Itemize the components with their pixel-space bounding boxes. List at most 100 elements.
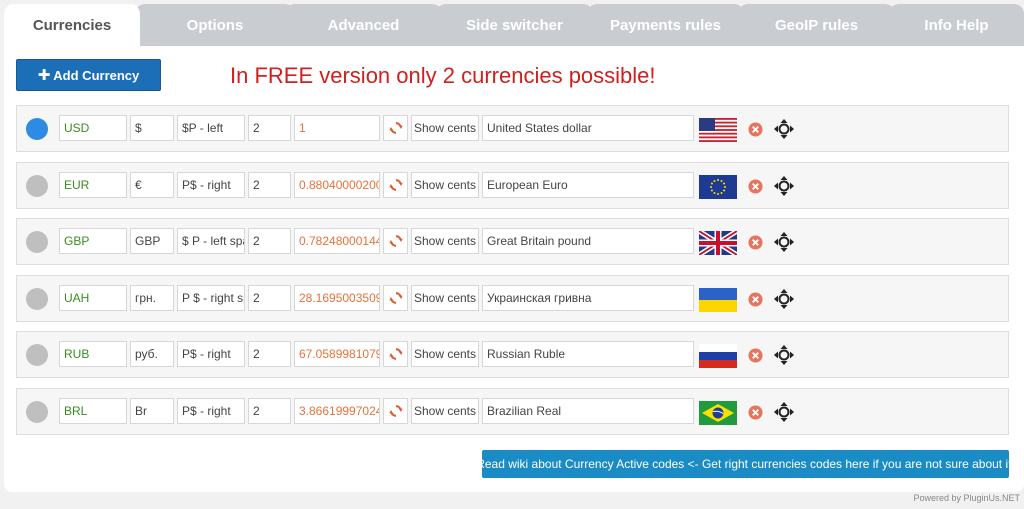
default-currency-radio[interactable] — [26, 174, 48, 197]
tab-options[interactable]: Options — [135, 4, 295, 46]
default-currency-radio[interactable] — [26, 344, 48, 367]
currency-code-field[interactable]: EUR — [59, 171, 127, 198]
currency-position-select[interactable]: $ P - left space — [177, 228, 245, 255]
refresh-rate-button[interactable] — [383, 341, 408, 368]
currency-symbol-field[interactable]: грн. — [130, 284, 174, 311]
move-handle[interactable] — [773, 401, 795, 423]
currency-symbol-field[interactable]: $ — [130, 115, 174, 141]
currency-rate-field[interactable]: 0.78248000144 — [294, 228, 380, 255]
default-currency-radio[interactable] — [26, 231, 48, 254]
br-flag-icon[interactable] — [699, 401, 737, 425]
ua-flag-icon[interactable] — [699, 287, 737, 312]
move-handle[interactable] — [773, 175, 795, 197]
currency-symbol-field[interactable]: руб. — [130, 341, 174, 368]
currency-code-field[interactable]: GBP — [59, 228, 127, 255]
currency-position-select[interactable]: P $ - right space — [177, 284, 245, 311]
currency-description-field[interactable]: European Euro — [482, 171, 694, 198]
currency-symbol-field[interactable]: € — [130, 171, 174, 198]
currency-symbol-field[interactable]: Br — [130, 398, 174, 424]
currency-decimals-select[interactable]: 2 — [248, 341, 291, 368]
currency-position-select[interactable]: P$ - right — [177, 171, 245, 198]
currency-rate-field[interactable]: 67.0589981079 — [294, 341, 380, 368]
currency-position-select[interactable]: P$ - right — [177, 341, 245, 368]
currency-symbol-field[interactable]: GBP — [130, 228, 174, 255]
currency-position-select[interactable]: P$ - right — [177, 398, 245, 424]
default-currency-radio[interactable] — [26, 401, 48, 423]
refresh-icon — [388, 235, 403, 248]
refresh-rate-button[interactable] — [383, 171, 408, 198]
currency-code-field[interactable]: BRL — [59, 398, 127, 424]
delete-currency-button[interactable] — [748, 405, 763, 420]
delete-currency-button[interactable] — [748, 348, 763, 363]
tab-currencies[interactable]: Currencies — [4, 4, 140, 46]
default-currency-radio[interactable] — [26, 287, 48, 310]
show-cents-select[interactable]: Show cents — [411, 398, 479, 424]
move-arrows-icon — [774, 345, 794, 366]
move-handle[interactable] — [773, 288, 795, 310]
currency-decimals-select[interactable]: 2 — [248, 115, 291, 141]
move-arrows-icon — [774, 288, 794, 309]
currency-description-field[interactable]: Украинская гривна — [482, 284, 694, 311]
tab-info-help[interactable]: Info Help — [889, 4, 1024, 46]
ru-flag-icon[interactable] — [699, 344, 737, 369]
delete-currency-button[interactable] — [748, 179, 763, 194]
gb-flag-icon[interactable] — [699, 231, 737, 256]
powered-by-text: Powered by PluginUs.NET — [913, 493, 1020, 503]
close-icon — [748, 179, 763, 194]
show-cents-select[interactable]: Show cents — [411, 171, 479, 198]
tab-payments-rules[interactable]: Payments rules — [587, 4, 744, 46]
move-arrows-icon — [774, 175, 794, 196]
currency-row: GBP GBP $ P - left space 2 0.78248000144… — [16, 218, 1009, 266]
close-icon — [748, 348, 763, 363]
default-currency-radio[interactable] — [26, 118, 48, 140]
refresh-icon — [388, 178, 403, 191]
currency-row: USD $ $P - left 2 1 Show cents United St… — [16, 105, 1009, 152]
us-flag-icon[interactable] — [699, 118, 737, 142]
currency-rate-field[interactable]: 0.88040000200 — [294, 171, 380, 198]
currency-codes-wiki-button[interactable]: Read wiki about Currency Active codes <-… — [476, 450, 1015, 478]
close-icon — [748, 292, 763, 307]
move-handle[interactable] — [773, 118, 795, 140]
currency-decimals-select[interactable]: 2 — [248, 171, 291, 198]
currency-description-field[interactable]: Great Britain pound — [482, 228, 694, 255]
currency-code-field[interactable]: USD — [59, 115, 127, 141]
currency-decimals-select[interactable]: 2 — [248, 398, 291, 424]
move-handle[interactable] — [773, 231, 795, 253]
tab-geoip-rules[interactable]: GeoIP rules — [738, 4, 895, 46]
free-version-warning: In FREE version only 2 currencies possib… — [230, 63, 656, 88]
currency-description-field[interactable]: Brazilian Real — [482, 398, 694, 424]
refresh-rate-button[interactable] — [383, 398, 408, 424]
eu-flag-icon[interactable] — [699, 174, 737, 199]
refresh-icon — [388, 291, 403, 304]
delete-currency-button[interactable] — [748, 292, 763, 307]
currency-code-field[interactable]: RUB — [59, 341, 127, 368]
refresh-icon — [388, 122, 403, 134]
currency-rate-field[interactable]: 1 — [294, 115, 380, 141]
currency-decimals-select[interactable]: 2 — [248, 284, 291, 311]
currency-description-field[interactable]: United States dollar — [482, 115, 694, 141]
currency-position-select[interactable]: $P - left — [177, 115, 245, 141]
delete-currency-button[interactable] — [748, 122, 763, 137]
currency-rate-field[interactable]: 3.86619997024 — [294, 398, 380, 424]
move-handle[interactable] — [773, 344, 795, 366]
tab-advanced[interactable]: Advanced — [285, 4, 442, 46]
refresh-rate-button[interactable] — [383, 284, 408, 311]
show-cents-select[interactable]: Show cents — [411, 284, 479, 311]
refresh-rate-button[interactable] — [383, 115, 408, 141]
currency-row: UAH грн. P $ - right space 2 28.16950035… — [16, 274, 1009, 322]
refresh-rate-button[interactable] — [383, 228, 408, 255]
currency-rate-field[interactable]: 28.1695003509 — [294, 284, 380, 311]
delete-currency-button[interactable] — [748, 235, 763, 250]
close-icon — [748, 235, 763, 250]
currency-decimals-select[interactable]: 2 — [248, 228, 291, 255]
currency-code-field[interactable]: UAH — [59, 284, 127, 311]
move-arrows-icon — [774, 232, 794, 253]
show-cents-select[interactable]: Show cents — [411, 115, 479, 141]
move-arrows-icon — [774, 402, 794, 422]
currency-description-field[interactable]: Russian Ruble — [482, 341, 694, 368]
add-currency-button[interactable]: ✚ Add Currency — [16, 59, 161, 91]
tab-side-switcher[interactable]: Side switcher — [436, 4, 593, 46]
close-icon — [748, 405, 763, 420]
show-cents-select[interactable]: Show cents — [411, 341, 479, 368]
show-cents-select[interactable]: Show cents — [411, 228, 479, 255]
